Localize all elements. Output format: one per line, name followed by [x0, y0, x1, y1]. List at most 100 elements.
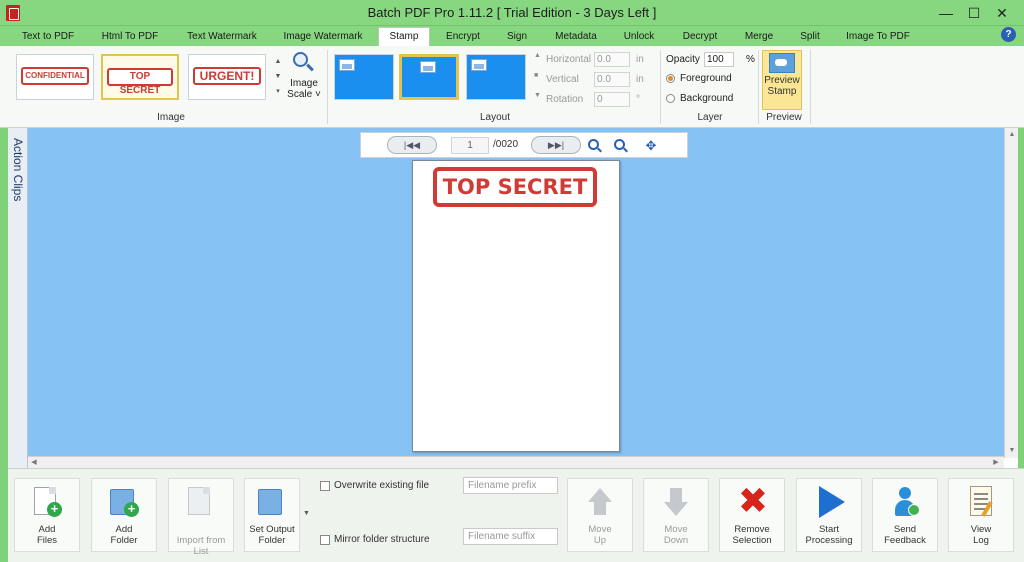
horizontal-label: Horizontal [546, 54, 592, 65]
tab-unlock[interactable]: Unlock [614, 28, 664, 46]
remove-x-icon: ✖ [737, 481, 769, 522]
vertical-label: Vertical [546, 74, 579, 85]
background-label: Background [680, 93, 734, 104]
gallery-down-icon[interactable]: ▼ [273, 69, 283, 84]
image-scale-label: Image Scale ˅ [287, 78, 321, 100]
help-icon[interactable]: ? [1001, 27, 1016, 42]
scroll-down-icon[interactable]: ▼ [1005, 444, 1019, 458]
stamp-gallery-scroll[interactable]: ▲ ▼ ▾ [273, 54, 283, 100]
view-log-button[interactable]: View Log [948, 478, 1014, 552]
layout-option-top-left[interactable] [334, 54, 394, 100]
stamp-option-label: URGENT! [193, 67, 261, 85]
stamp-option-confidential[interactable]: CONFIDENTIAL [16, 54, 94, 100]
action-clips-panel[interactable]: Action Clips [8, 128, 28, 468]
maximize-button[interactable]: ☐ [962, 3, 986, 23]
image-group-label: Image [157, 112, 185, 123]
foreground-radio[interactable] [666, 74, 675, 83]
preview-stamp-label: Preview Stamp [764, 75, 800, 97]
background-radio[interactable] [666, 94, 675, 103]
action-clips-label: Action Clips [11, 138, 25, 202]
stamp-option-top-secret[interactable]: TOP SECRET [101, 54, 179, 100]
layout-group-label: Layout [479, 112, 511, 123]
window-title: Batch PDF Pro 1.11.2 [ Trial Edition - 3… [367, 5, 657, 20]
tab-merge[interactable]: Merge [736, 28, 782, 46]
preview-stamp-button[interactable]: Preview Stamp [762, 50, 802, 110]
add-files-label: Add Files [36, 524, 58, 546]
tab-text-to-pdf[interactable]: Text to PDF [10, 28, 86, 46]
tab-split[interactable]: Split [790, 28, 830, 46]
page-navigator: |◀◀ 1 /0020 ▶▶| ✥ [360, 132, 688, 158]
filename-prefix-input[interactable]: Filename prefix [463, 477, 558, 494]
preview-group-label: Preview [766, 112, 802, 123]
tab-text-watermark[interactable]: Text Watermark [178, 28, 266, 46]
filename-suffix-input[interactable]: Filename suffix [463, 528, 558, 545]
vertical-unit[interactable]: in [636, 74, 644, 85]
vertical-scrollbar[interactable]: ▲ ▼ [1004, 128, 1018, 458]
move-up-label: Move Up [588, 524, 612, 546]
zoom-in-icon[interactable] [587, 138, 603, 154]
set-output-folder-label: Set Output Folder [249, 524, 295, 546]
output-folder-dropdown-icon[interactable]: ▼ [303, 510, 310, 517]
import-from-list-button[interactable]: Import from List [168, 478, 234, 557]
layout-option-top-right[interactable] [466, 54, 526, 100]
horizontal-unit[interactable]: in [636, 54, 644, 65]
magnifier-icon [293, 52, 315, 74]
stamp-option-urgent[interactable]: URGENT! [188, 54, 266, 100]
minimize-button[interactable]: — [934, 3, 958, 23]
set-output-folder-button[interactable]: Set Output Folder [244, 478, 300, 552]
tab-encrypt[interactable]: Encrypt [438, 28, 488, 46]
move-up-button[interactable]: Move Up [567, 478, 633, 552]
last-page-button[interactable]: ▶▶| [531, 136, 581, 154]
page-preview: TOP SECRET [412, 160, 620, 452]
overwrite-checkbox[interactable] [320, 481, 330, 491]
page-number-input[interactable]: 1 [451, 137, 489, 154]
tab-image-to-pdf[interactable]: Image To PDF [840, 28, 916, 46]
page-total: /0020 [493, 139, 519, 150]
stamp-option-label: TOP SECRET [107, 68, 173, 96]
first-page-button[interactable]: |◀◀ [387, 136, 437, 154]
add-file-icon: + [30, 485, 64, 521]
add-folder-label: Add Folder [110, 524, 138, 546]
rotation-input[interactable]: 0 [594, 92, 630, 107]
zoom-out-icon[interactable] [613, 138, 629, 154]
page-thumb-icon [339, 59, 355, 71]
layer-group-label: Layer [697, 112, 723, 123]
gallery-more-icon[interactable]: ▾ [273, 84, 283, 99]
send-feedback-label: Send Feedback [884, 524, 926, 546]
gallery-up-icon[interactable]: ▲ [273, 54, 283, 69]
tab-metadata[interactable]: Metadata [546, 28, 606, 46]
image-scale-button[interactable]: Image Scale ˅ [287, 52, 321, 108]
mirror-checkbox[interactable] [320, 535, 330, 545]
close-button[interactable]: ✕ [990, 3, 1014, 23]
tab-stamp[interactable]: Stamp [378, 27, 430, 46]
start-processing-label: Start Processing [805, 524, 853, 546]
horizontal-scrollbar[interactable]: ◀ ▶ [28, 456, 1004, 468]
add-folder-button[interactable]: + Add Folder [91, 478, 157, 552]
start-processing-button[interactable]: Start Processing [796, 478, 862, 552]
move-down-button[interactable]: Move Down [643, 478, 709, 552]
add-files-button[interactable]: + Add Files [14, 478, 80, 552]
send-feedback-button[interactable]: Send Feedback [872, 478, 938, 552]
stamp-option-label: CONFIDENTIAL [21, 67, 89, 85]
tab-image-watermark[interactable]: Image Watermark [276, 28, 370, 46]
feedback-person-icon [888, 485, 922, 521]
view-log-label: View Log [970, 524, 992, 546]
vertical-input[interactable]: 0.0 [594, 72, 630, 87]
scroll-up-icon[interactable]: ▲ [1005, 128, 1019, 142]
arrow-down-icon [659, 485, 693, 521]
tab-sign[interactable]: Sign [496, 28, 538, 46]
fit-page-icon[interactable]: ✥ [643, 138, 659, 154]
horizontal-input[interactable]: 0.0 [594, 52, 630, 67]
tab-html-to-pdf[interactable]: Html To PDF [92, 28, 168, 46]
rotation-unit: ° [636, 94, 640, 105]
layout-option-top-center[interactable] [399, 54, 459, 100]
opacity-input[interactable]: 100 [704, 52, 734, 67]
group-divider [810, 50, 811, 124]
arrow-up-icon [583, 485, 617, 521]
opacity-field: Opacity 100 % [666, 52, 766, 68]
page-thumb-icon [420, 61, 436, 73]
remove-selection-button[interactable]: ✖ Remove Selection [719, 478, 785, 552]
ribbon-tabs: Text to PDF Html To PDF Text Watermark I… [0, 26, 1024, 46]
tab-decrypt[interactable]: Decrypt [674, 28, 726, 46]
left-frame [0, 128, 8, 468]
